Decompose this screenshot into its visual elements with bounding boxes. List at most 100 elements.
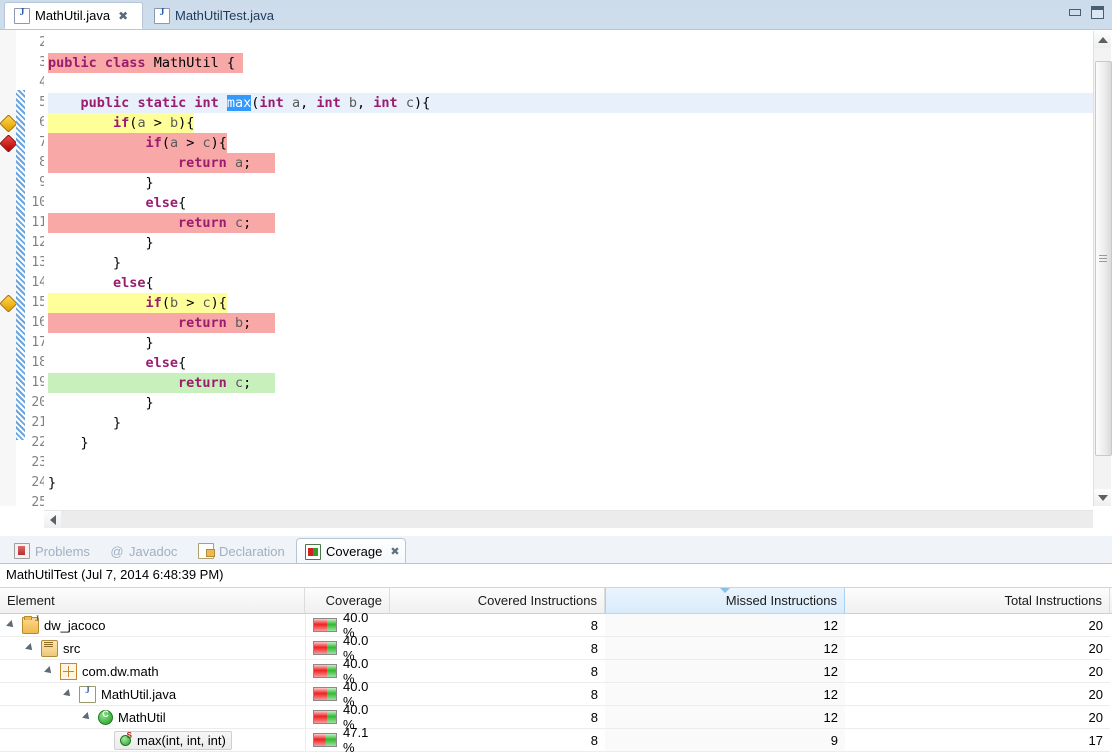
code-line[interactable]: if(b > c){ xyxy=(48,293,1093,313)
java-project-icon xyxy=(22,614,39,634)
cell-element[interactable]: MathUtil xyxy=(0,706,305,729)
scroll-down-icon[interactable] xyxy=(1094,489,1111,506)
code-text: if(a > b){ xyxy=(113,115,195,131)
view-tab-problems[interactable]: Problems xyxy=(6,538,100,564)
table-row[interactable]: com.dw.math 40.0 % 8 12 20 xyxy=(0,656,1112,686)
view-tab-javadoc[interactable]: @ Javadoc xyxy=(102,538,188,564)
cell-covered-instructions: 8 xyxy=(390,683,605,706)
coverage-table-header[interactable]: Element Coverage Covered Instructions Misse… xyxy=(0,587,1112,614)
editor-tab-mathutil-java[interactable]: MathUtil.java ✖ xyxy=(4,2,143,29)
tree-item[interactable]: com.dw.math xyxy=(57,661,165,682)
code-line[interactable] xyxy=(48,453,1093,473)
code-line[interactable] xyxy=(48,33,1093,53)
code-line[interactable]: } xyxy=(48,393,1093,413)
editor-horizontal-scrollbar[interactable] xyxy=(44,510,1093,528)
code-line[interactable] xyxy=(48,73,1093,93)
code-line[interactable]: } xyxy=(48,433,1093,453)
cell-coverage: 47.1 % xyxy=(305,725,390,755)
code-line[interactable]: public static int max(int a, int b, int … xyxy=(48,93,1093,113)
table-row[interactable]: dw_jacoco40.0 %81220 xyxy=(0,610,1112,640)
column-header-label: Total Instructions xyxy=(1004,593,1102,608)
restore-icon[interactable] xyxy=(1091,6,1104,19)
code-text: } xyxy=(48,475,57,491)
close-icon[interactable]: ✖ xyxy=(118,10,128,22)
column-header-missed[interactable]: Missed Instructions xyxy=(605,588,845,613)
editor-part: MathUtil.java ✖ MathUtilTest.java 23456789… xyxy=(0,0,1112,536)
cell-element[interactable]: MathUtil.java xyxy=(0,683,305,706)
vertical-scroll-thumb[interactable] xyxy=(1095,61,1112,456)
code-line[interactable]: return c; xyxy=(48,213,1093,233)
code-line[interactable]: return c; xyxy=(48,373,1093,393)
coverage-table-rows[interactable]: dw_jacoco40.0 %81220src40.0 %81220com.dw… xyxy=(0,610,1112,755)
column-header-covered[interactable]: Covered Instructions xyxy=(390,588,605,613)
code-text: return b; xyxy=(178,315,252,331)
code-text: else{ xyxy=(145,355,187,371)
column-header-coverage[interactable]: Coverage xyxy=(305,588,390,613)
editor-vertical-scrollbar[interactable] xyxy=(1093,31,1112,506)
tree-item[interactable]: dw_jacoco xyxy=(19,614,111,636)
expand-twisty-icon[interactable] xyxy=(82,712,92,722)
cell-element[interactable]: max(int, int, int) xyxy=(0,729,305,752)
table-row[interactable]: src 40.0 % 8 12 20 xyxy=(0,633,1112,663)
close-icon[interactable]: ✖ xyxy=(390,545,399,558)
coverage-view-body: MathUtilTest (Jul 7, 2014 6:48:39 PM) El… xyxy=(0,563,1112,755)
expand-twisty-icon[interactable] xyxy=(44,666,54,676)
minimize-icon[interactable] xyxy=(1069,9,1081,16)
editor-tab-mathutiltest-java[interactable]: MathUtilTest.java xyxy=(145,2,297,29)
view-tab-coverage[interactable]: Coverage ✖ xyxy=(296,538,406,564)
scroll-up-icon[interactable] xyxy=(1094,31,1111,48)
coverage-session-label: MathUtilTest (Jul 7, 2014 6:48:39 PM) xyxy=(0,564,1112,586)
static-method-icon xyxy=(117,731,132,748)
code-line[interactable]: if(a > c){ xyxy=(48,133,1093,153)
code-line[interactable]: return a; xyxy=(48,153,1093,173)
tree-item[interactable]: src xyxy=(38,638,86,659)
expand-twisty-icon[interactable] xyxy=(63,689,73,699)
expand-twisty-icon[interactable] xyxy=(25,643,35,653)
partial-coverage-marker[interactable] xyxy=(0,114,18,133)
code-line[interactable]: } xyxy=(48,253,1093,273)
cell-element[interactable]: com.dw.math xyxy=(0,660,305,683)
code-line[interactable]: } xyxy=(48,413,1093,433)
code-text: } xyxy=(48,395,154,411)
code-line[interactable]: } xyxy=(48,333,1093,353)
package-icon xyxy=(60,662,77,680)
code-line[interactable]: } xyxy=(48,173,1093,193)
view-tab-label: Declaration xyxy=(219,543,285,559)
code-line[interactable]: else{ xyxy=(48,353,1093,373)
code-line[interactable]: else{ xyxy=(48,273,1093,293)
table-row[interactable]: MathUtil40.0 %81220 xyxy=(0,702,1112,732)
cell-element[interactable]: dw_jacoco xyxy=(0,614,305,637)
cell-total-instructions: 20 xyxy=(845,706,1110,729)
code-line[interactable]: if(a > b){ xyxy=(48,113,1093,133)
code-line[interactable]: else{ xyxy=(48,193,1093,213)
coverage-bar-icon xyxy=(313,733,337,747)
expand-twisty-icon[interactable] xyxy=(6,620,16,630)
column-header-total[interactable]: Total Instructions xyxy=(845,588,1110,613)
view-tab-declaration[interactable]: Declaration xyxy=(190,538,294,564)
coverage-table[interactable]: Element Coverage Covered Instructions Misse… xyxy=(0,587,1112,755)
cell-covered-instructions: 8 xyxy=(390,660,605,683)
code-line[interactable]: } xyxy=(48,233,1093,253)
folding-strip xyxy=(16,30,25,506)
tree-item[interactable]: MathUtil.java xyxy=(76,684,182,705)
tree-item[interactable]: MathUtil xyxy=(95,708,172,727)
scroll-left-icon[interactable] xyxy=(44,511,61,528)
table-row[interactable]: MathUtil.java40.0 %81220 xyxy=(0,679,1112,709)
code-line[interactable]: } xyxy=(48,473,1093,493)
code-line[interactable] xyxy=(48,493,1093,509)
coverage-icon xyxy=(305,543,321,560)
element-label: max(int, int, int) xyxy=(137,732,226,748)
code-area[interactable]: public class MathUtil { public static in… xyxy=(44,30,1093,509)
coverage-bar-icon xyxy=(313,710,337,724)
table-row[interactable]: max(int, int, int) 47.1 % 8917 xyxy=(0,725,1112,755)
code-text: public class MathUtil { xyxy=(48,55,235,71)
cell-element[interactable]: src xyxy=(0,637,305,660)
code-line[interactable]: return b; xyxy=(48,313,1093,333)
partial-coverage-marker[interactable] xyxy=(0,294,18,313)
column-header-element[interactable]: Element xyxy=(0,588,305,613)
tree-item[interactable]: max(int, int, int) xyxy=(114,730,232,750)
annotation-ruler[interactable] xyxy=(0,30,18,506)
view-tab-bar: Problems @ Javadoc Declaration Coverage ✖ xyxy=(0,538,1112,564)
code-line[interactable]: public class MathUtil { xyxy=(48,53,1093,73)
no-coverage-marker[interactable] xyxy=(0,134,18,153)
